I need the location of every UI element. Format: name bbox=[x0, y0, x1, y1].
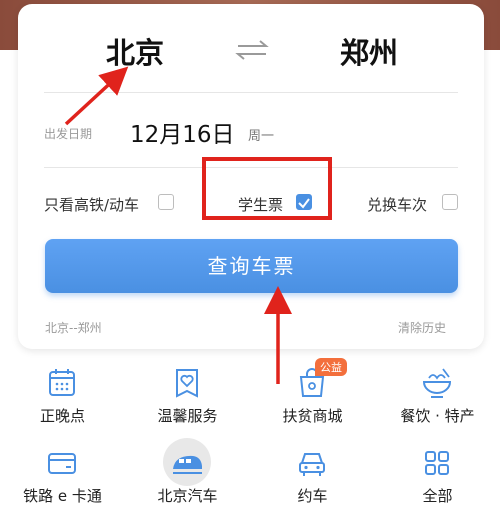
divider bbox=[44, 92, 458, 93]
card-icon bbox=[48, 453, 76, 474]
option-high-speed-checkbox[interactable] bbox=[158, 194, 174, 210]
option-exchange-label[interactable]: 兑换车次 bbox=[367, 194, 427, 215]
service-label: 约车 bbox=[297, 487, 328, 505]
car-icon bbox=[299, 453, 325, 476]
date-value[interactable]: 12月16日 bbox=[130, 115, 235, 149]
option-exchange-checkbox[interactable] bbox=[442, 194, 458, 210]
grid-icon bbox=[425, 451, 449, 475]
service-label: 铁路 e 卡通 bbox=[23, 487, 102, 505]
service-label: 正晚点 bbox=[39, 407, 85, 425]
to-city[interactable]: 郑州 bbox=[340, 30, 398, 72]
service-label: 北京汽车 bbox=[157, 487, 218, 505]
service-label: 餐饮 · 特产 bbox=[400, 407, 475, 425]
food-bowl-icon bbox=[422, 368, 452, 398]
service-label: 扶贫商城 bbox=[282, 407, 343, 425]
search-history-item[interactable]: 北京--郑州 bbox=[45, 319, 102, 336]
calendar-icon bbox=[49, 369, 75, 396]
highlight-box bbox=[202, 157, 332, 220]
heart-icon bbox=[176, 369, 198, 398]
weekday: 周一 bbox=[248, 129, 275, 144]
from-city[interactable]: 北京 bbox=[106, 30, 164, 72]
service-label: 温馨服务 bbox=[157, 407, 218, 425]
service-label: 全部 bbox=[422, 487, 453, 505]
train-icon bbox=[173, 455, 202, 474]
swap-icon[interactable] bbox=[232, 38, 272, 62]
public-welfare-badge: 公益 bbox=[315, 358, 347, 376]
clear-history-button[interactable]: 清除历史 bbox=[398, 319, 446, 336]
date-label: 出发日期 bbox=[44, 127, 93, 141]
search-tickets-button[interactable]: 查询车票 bbox=[45, 239, 458, 293]
option-high-speed-label[interactable]: 只看高铁/动车 bbox=[44, 194, 139, 215]
